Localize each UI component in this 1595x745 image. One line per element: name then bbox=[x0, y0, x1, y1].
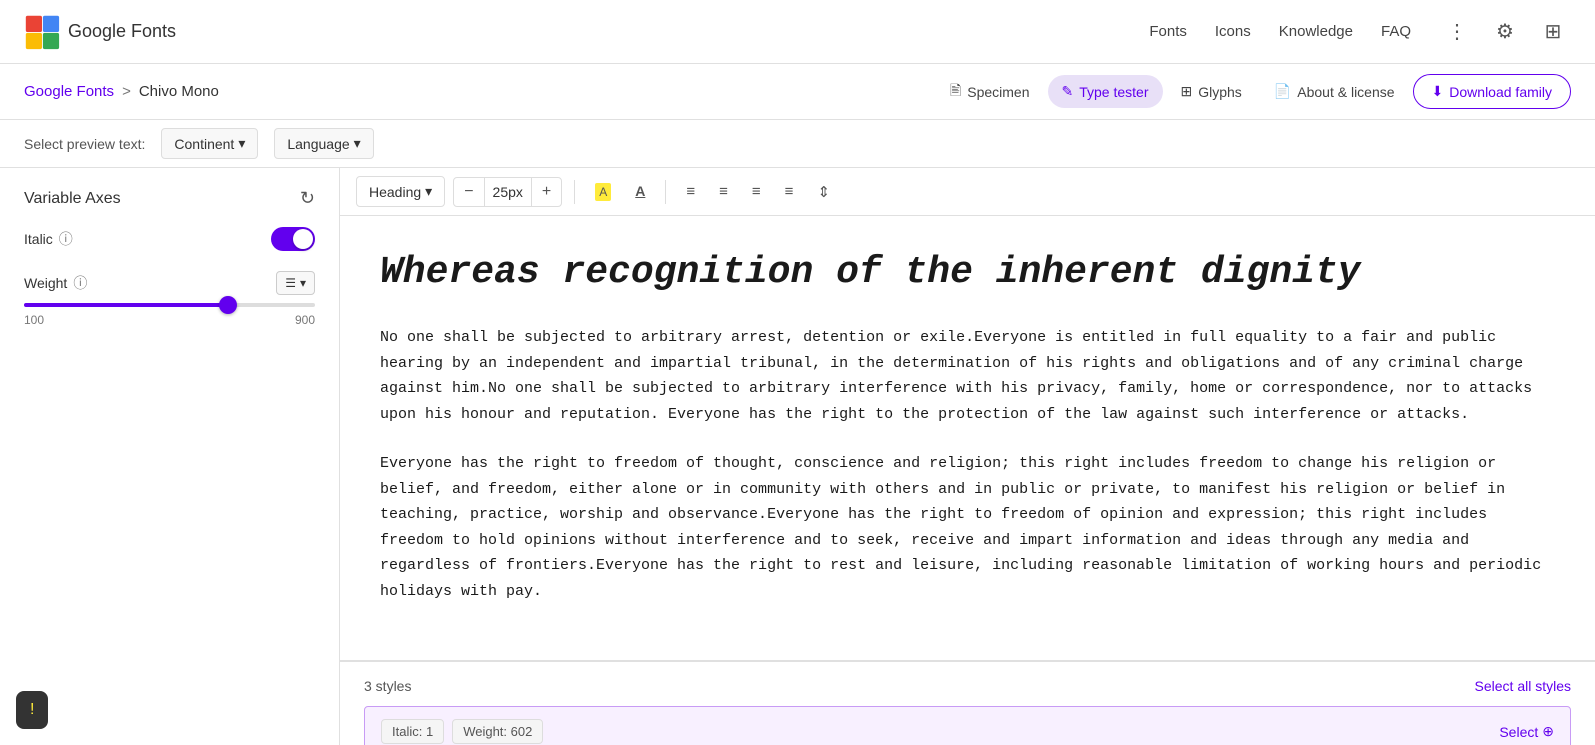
highlight-button[interactable]: A bbox=[587, 177, 619, 206]
increase-size-button[interactable]: + bbox=[532, 178, 561, 206]
weight-dropdown[interactable]: ☰ ▾ bbox=[276, 271, 315, 295]
weight-row: Weight ⓘ ☰ ▾ bbox=[24, 271, 315, 295]
reset-axes-button[interactable]: ↻ bbox=[300, 188, 315, 209]
font-size-control: − 25px + bbox=[453, 177, 562, 207]
download-icon: ⬇ bbox=[1432, 83, 1444, 100]
type-tester-tab[interactable]: ✎ Type tester bbox=[1048, 75, 1163, 108]
styles-header: 3 styles Select all styles bbox=[364, 678, 1571, 694]
apps-icon[interactable]: ⊞ bbox=[1535, 14, 1571, 50]
breadcrumb: Google Fonts > Chivo Mono bbox=[24, 83, 219, 100]
italic-toggle[interactable] bbox=[271, 227, 315, 251]
google-logo-icon bbox=[24, 14, 60, 50]
select-style-1-button[interactable]: Select ⊕ bbox=[1499, 723, 1554, 740]
variable-axes-title: Variable Axes bbox=[24, 190, 121, 208]
weight-list-icon: ☰ bbox=[285, 276, 296, 290]
italic-label: Italic ⓘ bbox=[24, 229, 73, 249]
main-layout: Variable Axes ↻ Italic ⓘ Weight ⓘ bbox=[0, 168, 1595, 745]
styles-count: 3 styles bbox=[364, 678, 411, 694]
bottom-alert: ! bbox=[16, 691, 48, 729]
specimen-tab[interactable]: 🖹 Specimen bbox=[936, 72, 1044, 112]
nav-knowledge[interactable]: Knowledge bbox=[1279, 23, 1353, 40]
breadcrumb-current: Chivo Mono bbox=[139, 83, 219, 100]
type-tester-toolbar: Heading ▾ − 25px + A A ≡ ≡ ≡ ≡ ⇕ bbox=[340, 168, 1595, 216]
breadcrumb-separator: > bbox=[122, 83, 131, 100]
italic-badge-1: Italic: 1 bbox=[381, 719, 444, 744]
weight-badge-1: Weight: 602 bbox=[452, 719, 543, 744]
heading-dropdown-arrow: ▾ bbox=[425, 183, 432, 200]
settings-icon[interactable]: ⚙ bbox=[1487, 14, 1523, 50]
top-nav: Google Fonts Fonts Icons Knowledge FAQ ⋮… bbox=[0, 0, 1595, 64]
weight-slider-labels: 100 900 bbox=[24, 313, 315, 327]
select-all-styles-button[interactable]: Select all styles bbox=[1475, 678, 1571, 694]
weight-slider-track[interactable] bbox=[24, 303, 315, 307]
glyphs-icon: ⊞ bbox=[1181, 83, 1193, 100]
styles-section: 3 styles Select all styles Italic: 1 Wei… bbox=[340, 661, 1595, 745]
top-nav-links: Fonts Icons Knowledge FAQ ⋮ ⚙ ⊞ bbox=[1149, 14, 1571, 50]
continent-dropdown-arrow: ▾ bbox=[238, 135, 245, 152]
italic-info-icon[interactable]: ⓘ bbox=[59, 229, 73, 249]
italic-axis: Italic ⓘ bbox=[24, 227, 315, 251]
sidebar: Variable Axes ↻ Italic ⓘ Weight ⓘ bbox=[0, 168, 340, 745]
text-color-icon: A bbox=[635, 183, 645, 199]
type-tester-icon: ✎ bbox=[1062, 83, 1074, 100]
language-dropdown-arrow: ▾ bbox=[354, 135, 361, 152]
nav-faq[interactable]: FAQ bbox=[1381, 23, 1411, 40]
decrease-size-button[interactable]: − bbox=[454, 178, 483, 206]
content-area: Heading ▾ − 25px + A A ≡ ≡ ≡ ≡ ⇕ Wher bbox=[340, 168, 1595, 745]
align-center-button[interactable]: ≡ bbox=[711, 177, 736, 206]
text-preview-area[interactable]: Whereas recognition of the inherent dign… bbox=[340, 216, 1595, 661]
about-icon: 📄 bbox=[1274, 83, 1291, 100]
toggle-knob bbox=[293, 229, 313, 249]
specimen-icon: 🖹 bbox=[950, 80, 961, 104]
italic-row: Italic ⓘ bbox=[24, 227, 315, 251]
preview-controls-bar: Select preview text: Continent ▾ Languag… bbox=[0, 120, 1595, 168]
weight-slider-container: 100 900 bbox=[24, 303, 315, 327]
more-options-button[interactable]: ⋮ bbox=[1439, 14, 1475, 50]
sub-nav-buttons: 🖹 Specimen ✎ Type tester ⊞ Glyphs 📄 Abou… bbox=[936, 72, 1571, 112]
text-color-button[interactable]: A bbox=[627, 177, 653, 206]
nav-icons[interactable]: Icons bbox=[1215, 23, 1251, 40]
nav-icon-buttons: ⋮ ⚙ ⊞ bbox=[1439, 14, 1571, 50]
align-justify-button[interactable]: ≡ bbox=[777, 177, 802, 206]
line-height-button[interactable]: ⇕ bbox=[809, 177, 838, 207]
sidebar-header: Variable Axes ↻ bbox=[24, 188, 315, 209]
select-add-icon-1: ⊕ bbox=[1542, 723, 1554, 740]
align-right-button[interactable]: ≡ bbox=[744, 177, 769, 206]
font-size-value: 25px bbox=[484, 178, 532, 206]
style-row-1: Italic: 1 Weight: 602 Select ⊕ bbox=[364, 706, 1571, 745]
glyphs-tab[interactable]: ⊞ Glyphs bbox=[1167, 75, 1256, 108]
weight-dropdown-arrow: ▾ bbox=[300, 276, 306, 290]
nav-fonts[interactable]: Fonts bbox=[1149, 23, 1187, 40]
toolbar-divider-2 bbox=[665, 180, 666, 204]
style-badges-1: Italic: 1 Weight: 602 bbox=[381, 719, 543, 744]
weight-slider-thumb[interactable] bbox=[219, 296, 237, 314]
heading-dropdown[interactable]: Heading ▾ bbox=[356, 176, 445, 207]
toolbar-divider-1 bbox=[574, 180, 575, 204]
weight-label: Weight ⓘ bbox=[24, 273, 87, 293]
continent-dropdown[interactable]: Continent ▾ bbox=[161, 128, 258, 159]
weight-info-icon[interactable]: ⓘ bbox=[73, 273, 87, 293]
heading-text[interactable]: Whereas recognition of the inherent dign… bbox=[380, 248, 1555, 297]
alert-icon: ! bbox=[30, 701, 34, 719]
logo-area: Google Fonts bbox=[24, 14, 176, 50]
align-left-button[interactable]: ≡ bbox=[678, 177, 703, 206]
logo-text: Google Fonts bbox=[68, 21, 176, 42]
language-dropdown[interactable]: Language ▾ bbox=[274, 128, 373, 159]
preview-label: Select preview text: bbox=[24, 136, 145, 152]
highlight-icon: A bbox=[595, 183, 611, 201]
body-paragraph-1[interactable]: No one shall be subjected to arbitrary a… bbox=[380, 325, 1555, 427]
breadcrumb-home[interactable]: Google Fonts bbox=[24, 83, 114, 100]
sub-nav: Google Fonts > Chivo Mono 🖹 Specimen ✎ T… bbox=[0, 64, 1595, 120]
download-family-button[interactable]: ⬇ Download family bbox=[1413, 74, 1571, 109]
weight-axis: Weight ⓘ ☰ ▾ 100 900 bbox=[24, 271, 315, 327]
body-paragraph-2[interactable]: Everyone has the right to freedom of tho… bbox=[380, 451, 1555, 604]
about-license-tab[interactable]: 📄 About & license bbox=[1260, 75, 1409, 108]
